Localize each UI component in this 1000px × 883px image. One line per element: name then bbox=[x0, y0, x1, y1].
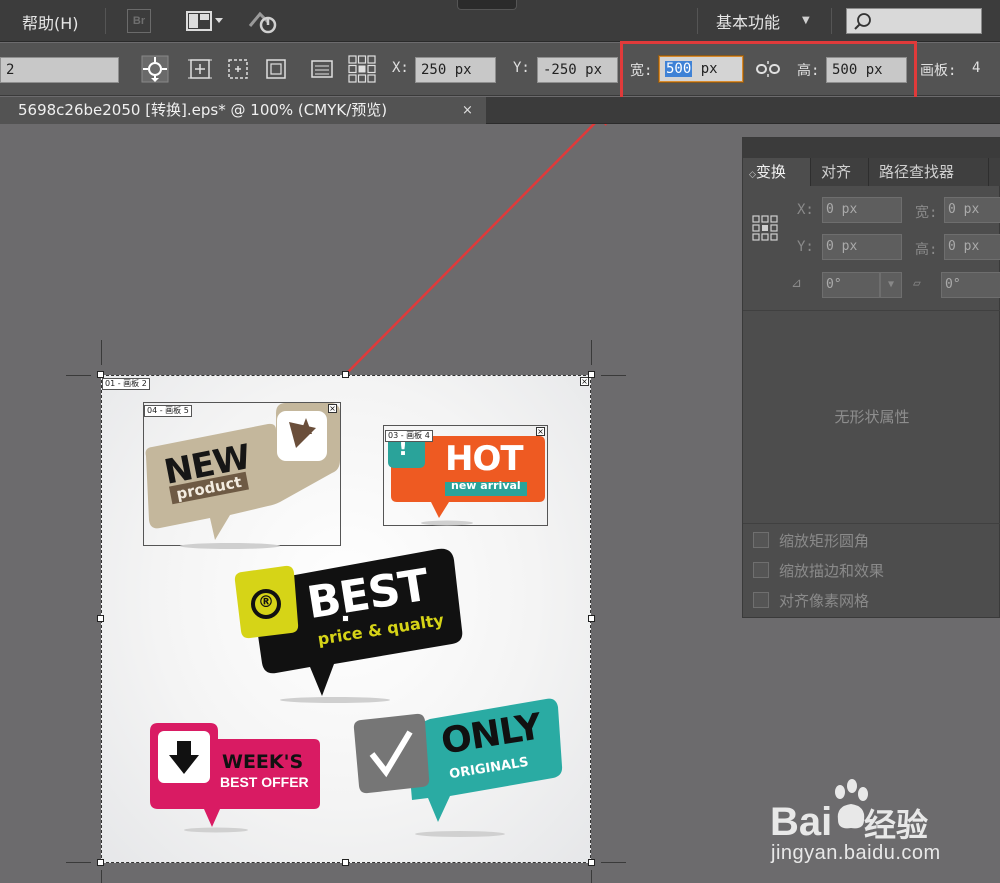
panel-y-label: Y: bbox=[797, 239, 814, 255]
x-label: X: bbox=[392, 60, 409, 76]
watermark-brand: Bai bbox=[770, 800, 833, 844]
tab-transform[interactable]: ◇变换 bbox=[743, 158, 811, 186]
resize-handle[interactable] bbox=[342, 615, 349, 622]
chevron-down-icon[interactable]: ▼ bbox=[880, 272, 902, 298]
gpu-performance-icon[interactable] bbox=[246, 8, 280, 34]
crop-mark bbox=[591, 870, 592, 883]
annotation-arrow bbox=[344, 103, 615, 376]
panel-h-field[interactable]: 0 px bbox=[944, 234, 1000, 260]
rotate-field[interactable]: 0° bbox=[822, 272, 880, 298]
panel-divider bbox=[743, 310, 1000, 311]
menu-divider bbox=[105, 8, 106, 34]
tab-align[interactable]: 对齐 bbox=[811, 158, 869, 186]
search-input[interactable] bbox=[846, 8, 982, 34]
center-mark-icon[interactable] bbox=[222, 53, 254, 85]
align-pixel-grid-label: 对齐像素网格 bbox=[779, 592, 870, 610]
crop-mark bbox=[66, 862, 91, 863]
menu-bar: 帮助(H) Br 基本功能 ▼ bbox=[0, 0, 1000, 42]
annotation-highlight-box bbox=[620, 41, 917, 100]
panel-divider bbox=[743, 523, 1000, 524]
panel-h-label: 高: bbox=[915, 242, 938, 258]
crosshair-icon[interactable] bbox=[260, 53, 292, 85]
artboard-delete-icon[interactable]: × bbox=[328, 404, 337, 413]
weeks-title: WEEK'S bbox=[222, 751, 304, 773]
artboard-label-hot[interactable]: 03 - 画板 4 bbox=[385, 430, 433, 442]
artboards-label: 画板: bbox=[920, 63, 957, 79]
panel-w-label: 宽: bbox=[915, 205, 938, 221]
arrange-documents-icon[interactable] bbox=[186, 10, 226, 32]
artboard-delete-icon[interactable]: × bbox=[536, 427, 545, 436]
crop-mark bbox=[601, 375, 626, 376]
scale-strokes-label: 缩放描边和效果 bbox=[779, 562, 885, 580]
resize-handle[interactable] bbox=[588, 371, 595, 378]
artboard-preset-icon[interactable] bbox=[184, 53, 216, 85]
align-pixel-grid-checkbox[interactable] bbox=[753, 592, 769, 608]
resize-handle[interactable] bbox=[588, 859, 595, 866]
resize-handle[interactable] bbox=[342, 371, 349, 378]
y-label: Y: bbox=[513, 60, 530, 76]
transform-panel: ◇变换 对齐 路径查找器 X: 0 px 宽: 0 px Y: 0 px 高: … bbox=[742, 137, 1000, 618]
x-field[interactable]: 250 px bbox=[415, 57, 496, 83]
scale-corners-checkbox[interactable] bbox=[753, 532, 769, 548]
best-mark: ® bbox=[258, 592, 274, 611]
resize-handle[interactable] bbox=[588, 615, 595, 622]
watermark-brand-cn: 经验 bbox=[864, 806, 929, 844]
artboard-options-icon[interactable] bbox=[306, 53, 338, 85]
panel-header[interactable] bbox=[743, 138, 1000, 158]
close-icon[interactable]: × bbox=[462, 97, 473, 124]
y-field[interactable]: -250 px bbox=[537, 57, 618, 83]
menu-divider bbox=[697, 8, 698, 34]
panel-y-field[interactable]: 0 px bbox=[822, 234, 902, 260]
bridge-icon[interactable]: Br bbox=[127, 9, 151, 33]
document-tab-bar: 5698c26be2050 [转换].eps* @ 100% (CMYK/预览)… bbox=[0, 97, 1000, 124]
panel-x-field[interactable]: 0 px bbox=[822, 197, 902, 223]
menu-divider bbox=[831, 8, 832, 34]
panel-tab-strip: ◇变换 对齐 路径查找器 bbox=[743, 158, 1000, 186]
weeks-subtitle: BEST OFFER bbox=[220, 774, 309, 790]
workspace-switcher[interactable]: 基本功能 bbox=[716, 9, 780, 33]
document-tab[interactable]: 5698c26be2050 [转换].eps* @ 100% (CMYK/预览) bbox=[0, 97, 486, 124]
artboard-name-field[interactable]: 2 bbox=[0, 57, 119, 83]
help-menu[interactable]: 帮助(H) bbox=[22, 10, 79, 34]
resize-handle[interactable] bbox=[342, 859, 349, 866]
search-icon bbox=[854, 13, 871, 30]
resize-handle[interactable] bbox=[97, 859, 104, 866]
reference-point-icon[interactable] bbox=[346, 53, 378, 85]
chevron-down-icon[interactable]: ▼ bbox=[802, 15, 810, 26]
hot-title: HOT bbox=[445, 439, 524, 479]
artboard-label-main[interactable]: 01 - 画板 2 bbox=[102, 378, 150, 390]
shear-field[interactable]: 0° bbox=[941, 272, 1000, 298]
move-with-artwork-icon[interactable] bbox=[139, 53, 171, 85]
window-grip[interactable] bbox=[457, 0, 517, 10]
hot-subtitle: new arrival bbox=[451, 479, 521, 492]
scale-strokes-checkbox[interactable] bbox=[753, 562, 769, 578]
panel-w-field[interactable]: 0 px bbox=[944, 197, 1000, 223]
watermark-url: jingyan.baidu.com bbox=[771, 842, 941, 864]
artboards-count: 4 bbox=[972, 60, 981, 76]
panel-x-label: X: bbox=[797, 202, 814, 218]
crop-mark bbox=[601, 862, 626, 863]
scale-corners-label: 缩放矩形圆角 bbox=[779, 532, 870, 550]
crop-mark bbox=[66, 375, 91, 376]
tab-pathfinder[interactable]: 路径查找器 bbox=[869, 158, 989, 186]
crop-mark bbox=[101, 340, 102, 365]
expand-icon: ◇ bbox=[749, 170, 756, 180]
no-shape-message: 无形状属性 bbox=[834, 408, 910, 426]
rotate-icon: ⊿ bbox=[791, 276, 802, 291]
shear-icon: ▱ bbox=[913, 276, 921, 291]
resize-handle[interactable] bbox=[97, 615, 104, 622]
resize-handle[interactable] bbox=[97, 371, 104, 378]
artboard-delete-icon[interactable]: × bbox=[580, 377, 589, 386]
artboard-label-new[interactable]: 04 - 画板 5 bbox=[144, 405, 192, 417]
crop-mark bbox=[101, 870, 102, 883]
crop-mark bbox=[591, 340, 592, 365]
reference-point-icon[interactable] bbox=[751, 214, 779, 242]
